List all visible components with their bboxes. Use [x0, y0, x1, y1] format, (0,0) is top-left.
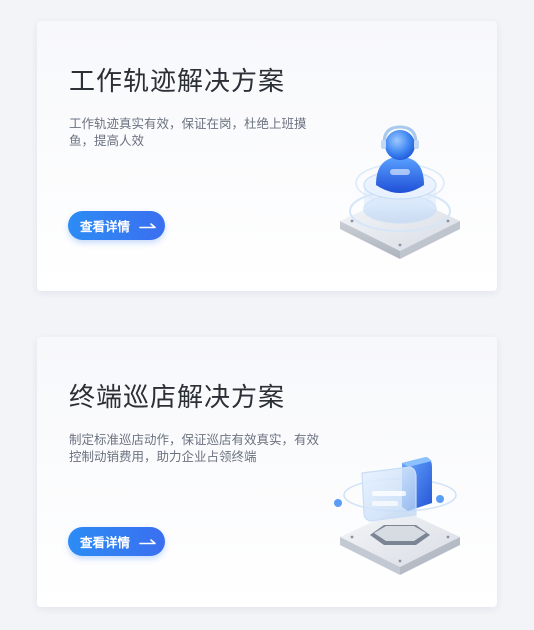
solution-card-store-inspection: 终端巡店解决方案 制定标准巡店动作，保证巡店有效真实，有效控制动销费用，助力企业… [37, 337, 497, 607]
view-details-label: 查看详情 [80, 535, 131, 550]
arrow-right-icon [139, 538, 156, 544]
store-on-platform-illustration [334, 457, 460, 575]
card-title: 工作轨迹解决方案 [69, 67, 286, 97]
person-on-platform-illustration [340, 125, 460, 259]
arrow-right-icon [139, 222, 156, 228]
solution-card-work-track: 工作轨迹解决方案 工作轨迹真实有效，保证在岗，杜绝上班摸鱼，提高人效 查看详情 [37, 21, 497, 291]
card-description: 工作轨迹真实有效，保证在岗，杜绝上班摸鱼，提高人效 [69, 116, 307, 148]
card-description: 制定标准巡店动作，保证巡店有效真实，有效控制动销费用，助力企业占领终端 [69, 432, 320, 464]
view-details-button[interactable]: 查看详情 [68, 211, 165, 240]
card-title: 终端巡店解决方案 [69, 383, 286, 413]
view-details-button[interactable]: 查看详情 [68, 527, 165, 556]
view-details-label: 查看详情 [80, 219, 131, 234]
